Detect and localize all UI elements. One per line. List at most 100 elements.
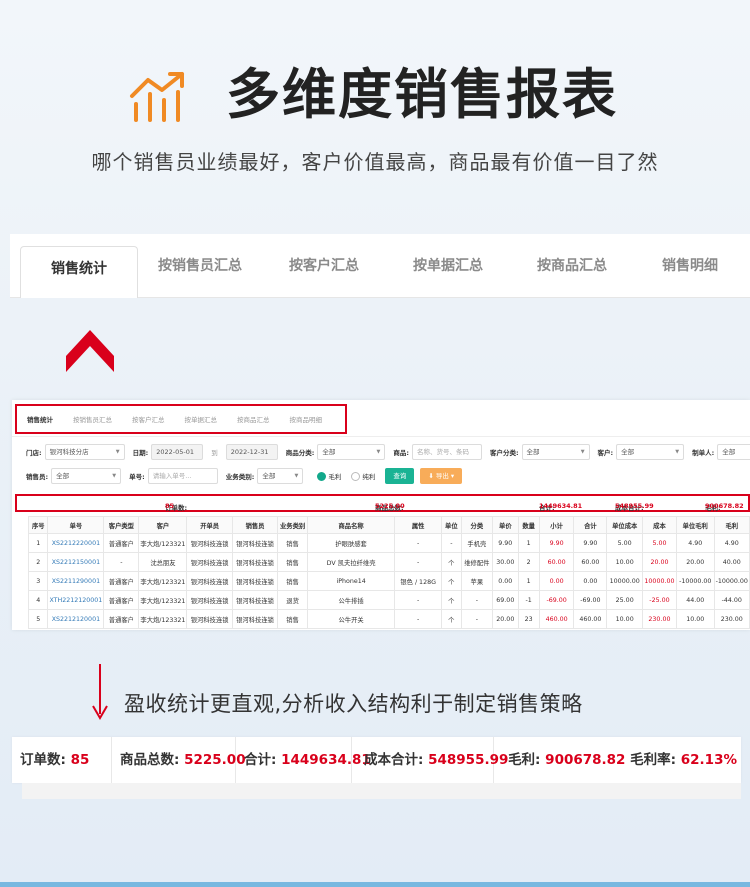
table-cell: 苹果 <box>460 571 494 591</box>
table-cell: 沈总朋友 <box>138 552 188 572</box>
filter-row-1: 门店: 银河科技分店 ▼ 日期: 2022-05-01 到 2022-12-31 … <box>26 443 750 461</box>
column-header: 合计 <box>573 516 608 534</box>
creator-label: 制单人: <box>692 449 715 457</box>
table-cell: 3 <box>27 571 49 591</box>
chevron-down-icon: ▼ <box>376 449 381 455</box>
tab-by-customer[interactable]: 按客户汇总 <box>262 234 386 298</box>
profit-summary: 毛利: 900678.82 毛利率: 62.13% <box>494 737 741 783</box>
table-cell: 银河科技连锁 <box>186 590 233 610</box>
mini-tab-sales-stats[interactable]: 销售统计 <box>27 414 53 424</box>
filter-row-2: 销售员: 全部 ▼ 单号: 请输入单号... 业务类别: 全部 ▼ 毛利 纯利 查询… <box>26 467 463 485</box>
customer-type-label: 客户分类: <box>489 449 519 457</box>
table-cell: - <box>460 609 494 629</box>
tab-by-order[interactable]: 按单据汇总 <box>386 234 510 298</box>
page-title: 多维度销售报表 <box>226 63 618 126</box>
table-cell: - <box>441 533 462 553</box>
category-value: 全部 <box>322 448 336 456</box>
table-cell: - <box>394 552 443 572</box>
table-cell: 个 <box>441 571 462 591</box>
table-header-row: 序号 单号 客户类型 客户 开单员 销售员 业务类别 商品名称 属性 单位 分类 单价 数量 小计 合计 单位… <box>27 516 750 534</box>
report-tabs: 销售统计 按销售员汇总 按客户汇总 按单据汇总 按商品汇总 销售明细 <box>10 234 750 298</box>
chevron-down-icon: ▼ <box>112 473 117 479</box>
table-cell: 维修配件 <box>460 552 494 572</box>
column-header: 客户类型 <box>103 516 140 534</box>
orders-label: 订单数: <box>20 752 66 768</box>
order-link[interactable]: XS2212120001 <box>47 609 105 629</box>
table-cell: DV 凯夫拉纤维壳 <box>306 552 396 572</box>
creator-select[interactable]: 全部 <box>717 444 750 460</box>
table-row[interactable]: 1 XS2212220001 普通客户 李大炮/123321 银河科技连锁 银河科技连锁销… <box>27 533 750 553</box>
chevron-down-icon: ▼ <box>294 473 299 479</box>
table-row[interactable]: 4 XTH2212120001 普通客户 李大炮/123321 银河科技连锁 银河科技连锁… <box>27 590 750 610</box>
customer-select[interactable]: 全部 ▼ <box>616 444 685 460</box>
table-cell: 9.90 <box>573 533 608 553</box>
chevron-up-icon <box>66 330 114 372</box>
qty-label: 商品总数: <box>120 752 180 768</box>
order-link[interactable]: XTH2212120001 <box>47 590 105 610</box>
mini-tab-by-product[interactable]: 按商品汇总 <box>237 414 270 424</box>
tab-by-seller[interactable]: 按销售员汇总 <box>138 234 262 298</box>
table-cell: 销售 <box>277 609 308 629</box>
order-link[interactable]: XS2211290001 <box>47 571 105 591</box>
date-from-input[interactable]: 2022-05-01 <box>151 444 204 460</box>
column-header: 开单员 <box>186 516 233 534</box>
column-header: 销售员 <box>231 516 279 534</box>
order-link[interactable]: XS2212220001 <box>47 533 105 553</box>
qty-summary: 商品总数: 5225.00 <box>112 737 246 783</box>
seller-value: 全部 <box>56 472 70 480</box>
date-separator: 到 <box>211 449 218 457</box>
store-value: 银河科技分店 <box>49 448 89 456</box>
order-link[interactable]: XS2212150001 <box>47 552 105 572</box>
table-row[interactable]: 2 XS2212150001- 沈总朋友 银河科技连锁 银河科技连锁 销售 DV 凯夫拉纤维… <box>27 552 750 572</box>
report-screenshot: 销售统计 按销售员汇总 按客户汇总 按单据汇总 按商品汇总 按商品明细 门店: … <box>12 400 750 630</box>
rate-value: 62.13% <box>680 752 737 768</box>
store-select[interactable]: 银河科技分店 ▼ <box>44 444 125 460</box>
summary-bar-mini: 订单数: 85 商品总数: 5225.00 合计: 1449634.81 成本合… <box>15 494 750 512</box>
category-select[interactable]: 全部 ▼ <box>317 444 386 460</box>
tab-sales-detail[interactable]: 销售明细 <box>634 234 746 298</box>
table-row[interactable]: 3 XS2211290001 普通客户 李大炮/123321 银河科技连锁 银河科技连锁销… <box>27 571 750 591</box>
seller-select[interactable]: 全部 ▼ <box>51 468 122 484</box>
table-cell: 230.00 <box>713 609 750 629</box>
column-header: 商品名称 <box>306 516 396 534</box>
tab-sales-stats[interactable]: 销售统计 <box>20 245 138 298</box>
query-button[interactable]: 查询 <box>385 468 415 484</box>
table-cell: 60.00 <box>538 552 575 572</box>
table-row[interactable]: 5 XS2212120001 普通客户 李大炮/123321 银河科技连锁 银河科技连锁销… <box>27 609 750 629</box>
table-cell: 普通客户 <box>103 590 140 610</box>
table-cell: 个 <box>441 552 462 572</box>
bar-chart-icon <box>130 72 184 122</box>
export-button[interactable]: ⬇ 导出 ▾ <box>420 468 463 484</box>
tab-by-product[interactable]: 按商品汇总 <box>510 234 634 298</box>
mini-tab-by-customer[interactable]: 按客户汇总 <box>132 414 165 424</box>
radio-gross-profit[interactable]: 毛利 <box>317 471 341 482</box>
product-input[interactable]: 名称、货号、条码 <box>411 444 482 460</box>
date-to-input[interactable]: 2022-12-31 <box>225 444 278 460</box>
profit-label: 毛利: <box>508 752 541 768</box>
table-cell: 25.00 <box>606 590 644 610</box>
table-cell: 普通客户 <box>103 533 140 553</box>
mini-tab-product-detail[interactable]: 按商品明细 <box>290 414 323 424</box>
radio-checked-icon <box>317 472 327 482</box>
customer-type-select[interactable]: 全部 ▼ <box>521 444 590 460</box>
radio-net-profit[interactable]: 纯利 <box>351 471 375 482</box>
table-cell: 销售 <box>277 571 308 591</box>
chevron-down-icon: ▼ <box>675 449 680 455</box>
mini-tab-by-order[interactable]: 按单据汇总 <box>185 414 218 424</box>
table-cell: - <box>460 590 494 610</box>
table-cell: 20.00 <box>492 609 519 629</box>
cost-summary: 成本合计: 548955.99 <box>352 737 508 783</box>
biz-type-select[interactable]: 全部 ▼ <box>257 468 304 484</box>
table-cell: -10000.00 <box>713 571 750 591</box>
column-header: 毛利 <box>713 516 750 534</box>
table-cell: 23 <box>517 609 540 629</box>
table-cell: 银河科技连锁 <box>231 609 279 629</box>
table-cell: 2 <box>517 552 540 572</box>
biz-type-label: 业务类别: <box>225 473 255 481</box>
mini-tab-by-seller[interactable]: 按销售员汇总 <box>73 414 112 424</box>
table-cell: 李大炮/123321 <box>138 571 188 591</box>
table-cell: 李大炮/123321 <box>138 609 188 629</box>
table-cell: 10.00 <box>606 609 644 629</box>
order-no-input[interactable]: 请输入单号... <box>147 468 218 484</box>
table-cell: -10000.00 <box>675 571 715 591</box>
